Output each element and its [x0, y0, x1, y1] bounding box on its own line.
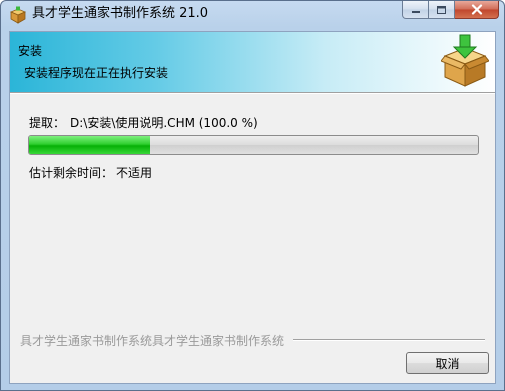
header-band: 安装 安装程序现在正在执行安装	[10, 32, 495, 92]
installer-body: 安装 安装程序现在正在执行安装 提取： D:\安装\使用说明.CHM (100.…	[9, 31, 496, 384]
extract-label: 提取：	[29, 116, 66, 130]
extract-file-path: D:\安装\使用说明.CHM (100.0 %)	[70, 116, 258, 130]
header-divider	[10, 92, 495, 94]
remaining-time-value: 不适用	[116, 166, 153, 180]
close-button[interactable]	[455, 1, 499, 19]
page-title: 安装	[18, 44, 43, 58]
maximize-button[interactable]	[429, 1, 455, 19]
close-icon	[471, 4, 482, 15]
minimize-button[interactable]	[402, 1, 429, 19]
install-progress-bar	[28, 135, 479, 155]
window-title: 具才学生通家书制作系统 21.0	[32, 6, 209, 21]
minimize-icon	[411, 10, 420, 13]
package-install-icon	[441, 34, 489, 87]
page-subtitle: 安装程序现在正在执行安装	[24, 66, 169, 80]
maximize-icon	[437, 5, 446, 14]
app-icon	[9, 6, 27, 24]
progress-fill	[29, 136, 151, 154]
brand-text: 具才学生通家书制作系统具才学生通家书制作系统	[20, 334, 285, 348]
cancel-button[interactable]: 取消	[406, 352, 489, 374]
footer-divider	[293, 339, 485, 341]
installer-window: 具才学生通家书制作系统 21.0 安装 安装程序现在正在执行安装 提取： D:\…	[0, 0, 505, 391]
remaining-time-label: 估计剩余时间：	[29, 166, 114, 180]
caption-buttons	[402, 1, 499, 20]
title-bar[interactable]: 具才学生通家书制作系统 21.0	[1, 1, 504, 29]
